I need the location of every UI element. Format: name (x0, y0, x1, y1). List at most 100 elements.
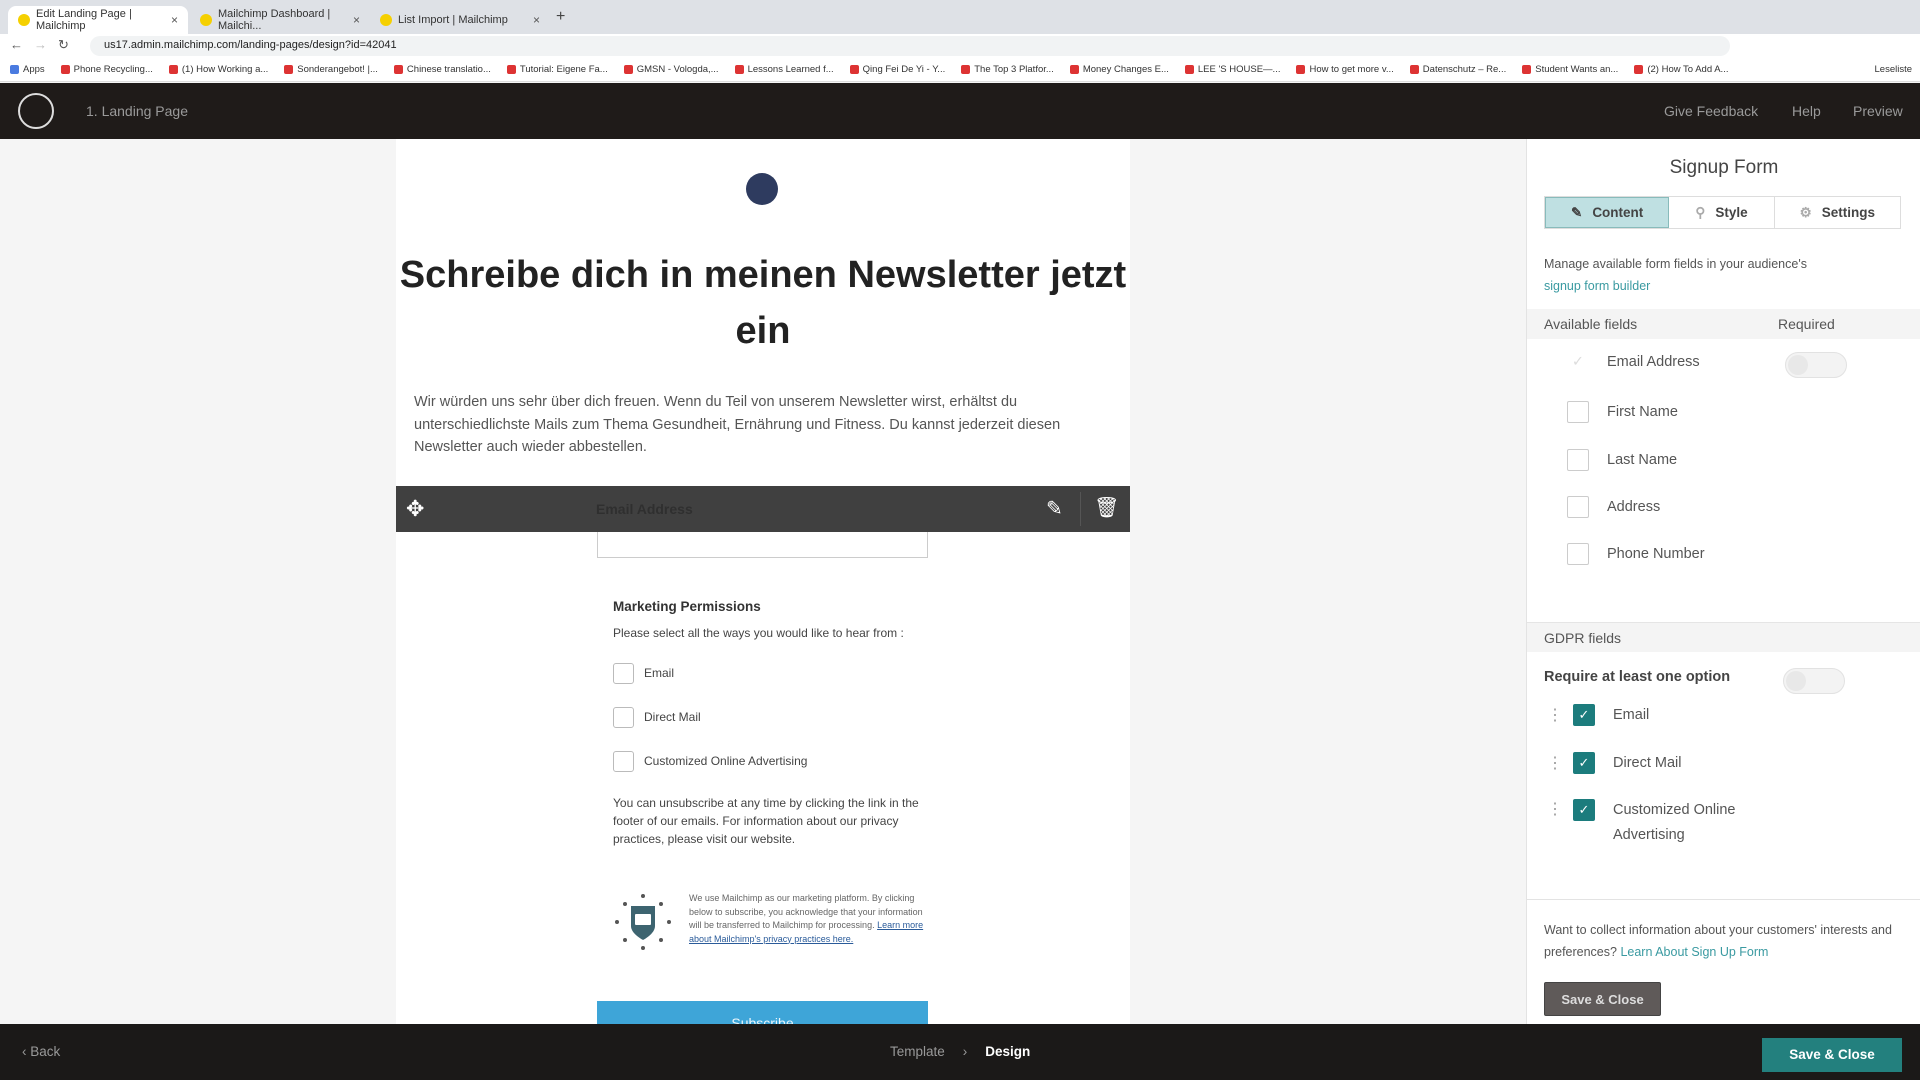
browser-tab[interactable]: Edit Landing Page | Mailchimp × (8, 6, 188, 34)
mp-subtitle: Please select all the ways you would lik… (613, 626, 904, 640)
help-link[interactable]: Help (1792, 103, 1821, 119)
reload-icon[interactable]: ↻ (58, 37, 69, 53)
checkbox[interactable] (1567, 401, 1589, 423)
bookmark-item[interactable]: (1) How Working a... (168, 64, 268, 75)
bookmark-item[interactable]: Chinese translatio... (393, 64, 491, 75)
bookmark-item[interactable]: Money Changes E... (1069, 64, 1169, 75)
email-input[interactable] (597, 532, 928, 558)
checkbox[interactable] (1567, 543, 1589, 565)
require-label: Require at least one option (1544, 669, 1731, 685)
field-row-address[interactable]: Address (1567, 496, 1660, 518)
preview-link[interactable]: Preview (1853, 103, 1903, 119)
bookmark-item[interactable]: LEE 'S HOUSE—... (1184, 64, 1281, 75)
bookmark-item[interactable]: Apps (10, 64, 45, 75)
tab-label: Settings (1821, 205, 1876, 220)
bookmark-item[interactable]: Phone Recycling... (60, 64, 153, 75)
bookmark-favicon-icon (1296, 65, 1306, 74)
available-label: Available fields (1544, 316, 1638, 332)
forward-arrow-icon[interactable]: → (34, 37, 47, 52)
back-label: Back (30, 1044, 61, 1059)
give-feedback-link[interactable]: Give Feedback (1664, 103, 1758, 119)
bookmark-favicon-icon (849, 65, 859, 74)
browser-tab-bar: Edit Landing Page | Mailchimp × Mailchimp… (0, 0, 1920, 34)
url-input[interactable]: us17.admin.mailchimp.com/landing-pages/d… (90, 36, 1730, 56)
bookmark-favicon-icon (1069, 65, 1079, 74)
field-row-email: ✓ Email Address (1567, 354, 1700, 370)
checkbox[interactable] (1567, 496, 1589, 518)
require-toggle[interactable] (1783, 668, 1845, 694)
bookmark-label: Sonderangebot! |... (297, 64, 378, 75)
subscribe-button[interactable]: Subscribe (597, 1001, 928, 1024)
bookmark-favicon-icon (623, 65, 633, 74)
app-header: 1. Landing Page Give Feedback Help Previ… (0, 83, 1920, 139)
bookmark-label: Chinese translatio... (406, 64, 491, 75)
back-button[interactable]: ‹ Back (22, 1044, 60, 1059)
checkbox[interactable] (613, 662, 634, 684)
field-row-last-name[interactable]: Last Name (1567, 449, 1677, 471)
drag-handle-icon[interactable]: ⋮ (1547, 799, 1563, 819)
bookmark-item[interactable]: Tutorial: Eigene Fa... (506, 64, 608, 75)
drag-handle-icon[interactable]: ⋮ (1547, 753, 1563, 773)
bookmark-item[interactable]: Datenschutz – Re... (1409, 64, 1506, 75)
browser-tab[interactable]: List Import | Mailchimp × (370, 6, 550, 34)
checkbox[interactable] (1567, 449, 1589, 471)
new-tab-icon[interactable]: + (556, 8, 565, 26)
mp-option-direct-mail[interactable]: Direct Mail (613, 706, 933, 728)
bookmark-item[interactable]: (2) How To Add A... (1634, 64, 1728, 75)
apps-grid-icon (10, 65, 19, 74)
bookmark-favicon-icon (506, 65, 516, 74)
tab-label: Content (1592, 205, 1644, 220)
field-label: First Name (1607, 404, 1678, 420)
back-arrow-icon[interactable]: ← (10, 37, 23, 52)
bookmark-item[interactable]: Lessons Learned f... (734, 64, 834, 75)
bookmark-item[interactable]: Student Wants an... (1522, 64, 1618, 75)
field-label: Phone Number (1607, 546, 1705, 562)
tab-settings[interactable]: ⚙ Settings (1775, 197, 1900, 228)
tab-content[interactable]: ✎ Content (1545, 197, 1670, 228)
learn-signup-form-link[interactable]: Learn About Sign Up Form (1620, 945, 1768, 959)
tab-style[interactable]: ⚲ Style (1669, 197, 1775, 228)
close-tab-icon[interactable]: × (533, 13, 540, 27)
bookmark-item[interactable]: How to get more v... (1296, 64, 1394, 75)
bookmark-label: The Top 3 Platfor... (974, 64, 1054, 75)
bookmark-item[interactable]: The Top 3 Platfor... (961, 64, 1054, 75)
drag-handle-icon[interactable]: ⋮ (1547, 705, 1563, 725)
bookmark-item[interactable]: Qing Fei De Yi - Y... (849, 64, 945, 75)
mp-option-email[interactable]: Email (613, 662, 933, 684)
required-label: Required (1778, 316, 1835, 332)
bookmark-item[interactable]: Sonderangebot! |... (284, 64, 378, 75)
crumb-template[interactable]: Template (890, 1044, 945, 1059)
move-icon[interactable]: ✥ (406, 496, 424, 522)
checkbox[interactable] (613, 706, 634, 728)
bookmark-favicon-icon (168, 65, 178, 74)
browser-tab[interactable]: Mailchimp Dashboard | Mailchi... × (190, 6, 370, 34)
bookmarks-bar: Apps Phone Recycling... (1) How Working a.… (0, 58, 1920, 82)
reading-list-button[interactable]: Leseliste (1875, 64, 1913, 75)
trash-icon[interactable]: 🗑 (1094, 495, 1119, 520)
email-field-label: Email Address (596, 501, 693, 517)
field-row-phone[interactable]: Phone Number (1567, 543, 1705, 565)
headline[interactable]: Schreibe dich in meinen Newsletter jetzt… (396, 247, 1130, 359)
avatar (746, 173, 778, 205)
intro-text[interactable]: Wir würden uns sehr über dich freuen. We… (414, 391, 1114, 459)
style-brush-icon: ⚲ (1695, 204, 1706, 220)
edit-pencil-icon[interactable]: ✎ (1046, 496, 1063, 521)
bookmark-item[interactable]: GMSN - Vologda,... (623, 64, 719, 75)
close-tab-icon[interactable]: × (171, 13, 178, 27)
gdpr-notice: We use Mailchimp as our marketing platfo… (613, 892, 933, 952)
mailchimp-logo-icon[interactable] (18, 93, 54, 129)
checkbox[interactable] (613, 750, 634, 772)
field-row-first-name[interactable]: First Name (1567, 401, 1678, 423)
divider (1080, 492, 1081, 526)
bookmark-label: LEE 'S HOUSE—... (1197, 64, 1281, 75)
checked-checkbox[interactable]: ✓ (1573, 799, 1595, 821)
checked-checkbox[interactable]: ✓ (1573, 752, 1595, 774)
close-tab-icon[interactable]: × (353, 13, 360, 27)
block-toolbar: ✥ Email Address ✎ 🗑 (396, 486, 1130, 532)
checked-checkbox[interactable]: ✓ (1573, 704, 1595, 726)
signup-form-builder-link[interactable]: signup form builder (1544, 279, 1650, 293)
panel-save-close-button[interactable]: Save & Close (1544, 982, 1661, 1016)
save-close-button[interactable]: Save & Close (1762, 1038, 1902, 1072)
panel-title: Signup Form (1669, 157, 1779, 178)
mp-option-online-ads[interactable]: Customized Online Advertising (613, 750, 933, 772)
